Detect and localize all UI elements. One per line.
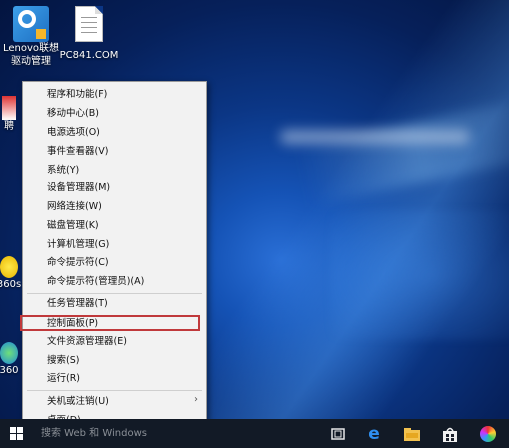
desktop-icon-label: PC841.COM bbox=[59, 50, 119, 61]
wallpaper-light-beam bbox=[296, 93, 509, 207]
menu-item-command-prompt[interactable]: 命令提示符(C) bbox=[47, 257, 109, 269]
menu-item-computer-management[interactable]: 计算机管理(G) bbox=[47, 239, 109, 251]
desktop-icon-label: 360s bbox=[0, 279, 22, 290]
menu-item-network-connections[interactable]: 网络连接(W) bbox=[47, 201, 102, 213]
menu-item-event-viewer[interactable]: 事件查看器(V) bbox=[47, 146, 108, 158]
menu-item-command-prompt-admin[interactable]: 命令提示符(管理员)(A) bbox=[47, 276, 144, 288]
menu-item-control-panel[interactable]: 控制面板(P) bbox=[47, 318, 98, 330]
start-button[interactable] bbox=[0, 419, 34, 448]
desktop-icon-label: Lenovo联想 bbox=[2, 43, 60, 54]
wallpaper-light-glow bbox=[330, 210, 509, 340]
edge-icon[interactable]: e bbox=[364, 424, 384, 444]
chevron-right-icon: › bbox=[194, 394, 198, 405]
360-safe-icon bbox=[0, 256, 18, 278]
menu-item-disk-management[interactable]: 磁盘管理(K) bbox=[47, 220, 99, 232]
desktop-icon-label: 360 bbox=[0, 365, 19, 376]
menu-item-device-manager[interactable]: 设备管理器(M) bbox=[47, 182, 110, 194]
app-icon[interactable] bbox=[478, 424, 498, 444]
menu-separator bbox=[27, 390, 202, 391]
document-icon bbox=[75, 6, 103, 42]
menu-item-task-manager[interactable]: 任务管理器(T) bbox=[47, 298, 108, 310]
menu-item-programs-features[interactable]: 程序和功能(F) bbox=[47, 89, 107, 101]
app-icon bbox=[2, 96, 16, 120]
desktop-icon-label: 驱动管理 bbox=[11, 56, 51, 67]
menu-item-system[interactable]: 系统(Y) bbox=[47, 165, 79, 177]
menu-item-shutdown-signout[interactable]: 关机或注销(U) bbox=[47, 396, 109, 408]
desktop-icon-360-safe[interactable]: 360s bbox=[0, 256, 22, 291]
task-view-icon[interactable] bbox=[328, 424, 348, 444]
winx-context-menu: 程序和功能(F) 移动中心(B) 电源选项(O) 事件查看器(V) 系统(Y) … bbox=[20, 81, 207, 435]
menu-separator bbox=[27, 293, 202, 294]
menu-item-mobility-center[interactable]: 移动中心(B) bbox=[47, 108, 99, 120]
blurred-watermark bbox=[280, 130, 470, 144]
menu-item-file-explorer[interactable]: 文件资源管理器(E) bbox=[47, 336, 127, 348]
desktop-icon-360[interactable]: 360 bbox=[0, 342, 19, 377]
taskbar: 搜索 Web 和 Windows e bbox=[0, 419, 509, 448]
desktop-icon-pc841[interactable]: PC841.COM bbox=[60, 6, 118, 62]
search-box[interactable]: 搜索 Web 和 Windows bbox=[35, 419, 221, 448]
file-explorer-icon[interactable] bbox=[402, 424, 422, 444]
desktop-icon-partial[interactable]: 聘 bbox=[0, 96, 18, 133]
360-browser-icon bbox=[0, 342, 18, 364]
menu-item-search[interactable]: 搜索(S) bbox=[47, 355, 79, 367]
menu-item-power-options[interactable]: 电源选项(O) bbox=[47, 127, 100, 139]
desktop-icon-label: 聘 bbox=[4, 121, 14, 132]
store-icon[interactable] bbox=[440, 424, 460, 444]
menu-item-run[interactable]: 运行(R) bbox=[47, 373, 80, 385]
desktop-icon-lenovo-driver[interactable]: Lenovo联想 驱动管理 bbox=[2, 6, 60, 68]
lenovo-driver-icon bbox=[13, 6, 49, 42]
